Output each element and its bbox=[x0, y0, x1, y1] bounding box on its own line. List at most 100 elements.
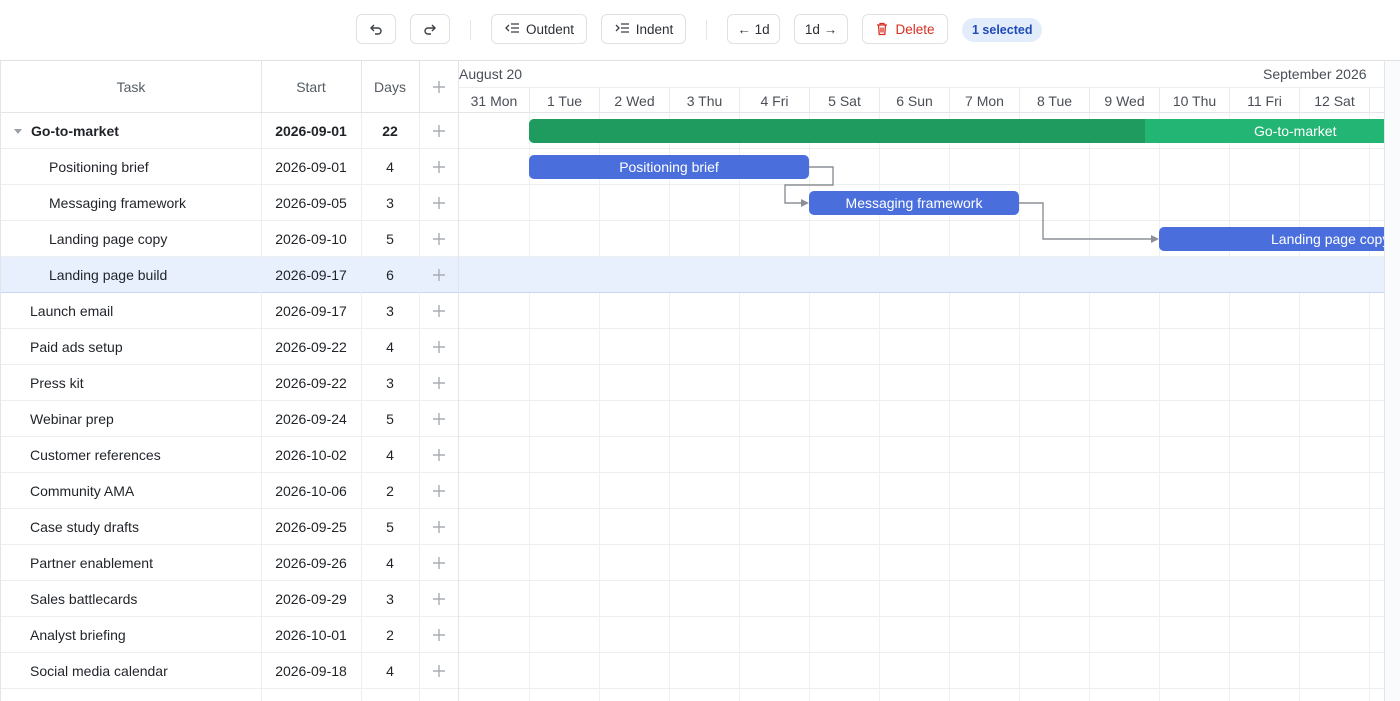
redo-button[interactable] bbox=[410, 14, 450, 44]
task-start-cell[interactable]: 2026-10-06 bbox=[261, 473, 361, 508]
collapse-caret-icon[interactable] bbox=[13, 126, 31, 136]
column-header-task[interactable]: Task bbox=[1, 61, 261, 113]
task-days-cell[interactable]: 2 bbox=[361, 473, 419, 508]
add-subtask-button[interactable] bbox=[419, 185, 459, 220]
table-row[interactable]: Go-to-market 2026-09-01 22 bbox=[1, 113, 459, 149]
add-subtask-button[interactable] bbox=[419, 329, 459, 364]
task-days-cell[interactable]: 6 bbox=[361, 257, 419, 292]
add-subtask-button[interactable] bbox=[419, 437, 459, 472]
task-days-cell[interactable]: 5 bbox=[361, 509, 419, 544]
task-days-cell[interactable]: 3 bbox=[361, 185, 419, 220]
table-row[interactable]: Analyst briefing 2026-10-01 2 bbox=[1, 617, 459, 653]
add-subtask-button[interactable] bbox=[419, 509, 459, 544]
task-days-cell[interactable]: 5 bbox=[361, 221, 419, 256]
column-divider bbox=[419, 113, 420, 701]
add-subtask-button[interactable] bbox=[419, 149, 459, 184]
task-name-cell[interactable]: Paid ads setup bbox=[1, 329, 290, 364]
column-divider bbox=[361, 61, 362, 113]
task-days-cell[interactable]: 4 bbox=[361, 545, 419, 580]
task-days-cell[interactable]: 4 bbox=[361, 149, 419, 184]
task-days-cell[interactable]: 2 bbox=[361, 617, 419, 652]
add-subtask-button[interactable] bbox=[419, 581, 459, 616]
task-start-cell[interactable]: 2026-09-05 bbox=[261, 185, 361, 220]
task-name-cell[interactable]: Analyst briefing bbox=[1, 617, 290, 652]
task-name-cell[interactable]: Customer references bbox=[1, 437, 290, 472]
task-bar[interactable]: Messaging framework bbox=[809, 191, 1019, 215]
task-name-cell[interactable]: Webinar prep bbox=[1, 401, 290, 436]
add-subtask-button[interactable] bbox=[419, 113, 459, 148]
dependency-line[interactable] bbox=[1019, 202, 1153, 240]
task-start-cell[interactable]: 2026-09-17 bbox=[261, 257, 361, 292]
table-row[interactable]: Customer references 2026-10-02 4 bbox=[1, 437, 459, 473]
task-start-cell[interactable]: 2026-10-02 bbox=[261, 437, 361, 472]
task-days-cell[interactable]: 4 bbox=[361, 329, 419, 364]
table-row[interactable]: Positioning brief 2026-09-01 4 bbox=[1, 149, 459, 185]
table-row[interactable]: Webinar prep 2026-09-24 5 bbox=[1, 401, 459, 437]
add-subtask-button[interactable] bbox=[419, 401, 459, 436]
task-name-cell[interactable]: Sales battlecards bbox=[1, 581, 290, 616]
add-subtask-button[interactable] bbox=[419, 257, 459, 292]
add-subtask-button[interactable] bbox=[419, 221, 459, 256]
add-subtask-button[interactable] bbox=[419, 545, 459, 580]
indent-button[interactable]: Indent bbox=[601, 14, 686, 44]
table-row[interactable]: Paid ads setup 2026-09-22 4 bbox=[1, 329, 459, 365]
column-header-start[interactable]: Start bbox=[261, 61, 361, 113]
task-name-cell[interactable]: Social media calendar bbox=[1, 653, 290, 688]
table-row[interactable]: Sales battlecards 2026-09-29 3 bbox=[1, 581, 459, 617]
task-days-cell[interactable]: 3 bbox=[361, 365, 419, 400]
task-bar[interactable]: Positioning brief bbox=[529, 155, 809, 179]
table-row[interactable]: Partner enablement 2026-09-26 4 bbox=[1, 545, 459, 581]
column-header-days[interactable]: Days bbox=[361, 61, 419, 113]
add-subtask-button[interactable] bbox=[419, 365, 459, 400]
task-name-cell[interactable]: Partner enablement bbox=[1, 545, 290, 580]
task-start-cell[interactable]: 2026-09-25 bbox=[261, 509, 361, 544]
table-row[interactable]: Case study drafts 2026-09-25 5 bbox=[1, 509, 459, 545]
vertical-scrollbar[interactable] bbox=[1384, 61, 1400, 701]
task-name-cell[interactable]: Press kit bbox=[1, 365, 290, 400]
task-start-cell[interactable]: 2026-09-01 bbox=[261, 149, 361, 184]
table-row[interactable]: Community AMA 2026-10-06 2 bbox=[1, 473, 459, 509]
task-start-cell[interactable]: 2026-09-22 bbox=[261, 365, 361, 400]
task-bar[interactable]: Landing page copy bbox=[1159, 227, 1385, 251]
task-days-cell[interactable]: 3 bbox=[361, 293, 419, 328]
table-row[interactable]: Launch email 2026-09-17 3 bbox=[1, 293, 459, 329]
task-start-cell[interactable]: 2026-09-18 bbox=[261, 653, 361, 688]
task-days-cell[interactable]: 3 bbox=[361, 581, 419, 616]
add-task-header-button[interactable] bbox=[419, 61, 459, 113]
table-row[interactable]: Messaging framework 2026-09-05 3 bbox=[1, 185, 459, 221]
task-name: Landing page copy bbox=[49, 230, 168, 247]
task-days-cell[interactable]: 4 bbox=[361, 437, 419, 472]
table-row[interactable]: Landing page copy 2026-09-10 5 bbox=[1, 221, 459, 257]
table-row[interactable]: Press kit 2026-09-22 3 bbox=[1, 365, 459, 401]
task-days-cell[interactable]: 5 bbox=[361, 401, 419, 436]
plus-icon bbox=[432, 628, 446, 642]
shift-left-button[interactable]: ← 1d bbox=[727, 14, 780, 44]
task-start-cell[interactable]: 2026-09-22 bbox=[261, 329, 361, 364]
task-start-cell[interactable]: 2026-09-24 bbox=[261, 401, 361, 436]
task-name-cell[interactable]: Case study drafts bbox=[1, 509, 290, 544]
task-name-cell[interactable]: Community AMA bbox=[1, 473, 290, 508]
delete-button[interactable]: Delete bbox=[862, 14, 948, 44]
gantt-grid: Task Start Days Go-to-market 2026-09-01 22… bbox=[0, 60, 1400, 701]
task-start-cell[interactable]: 2026-10-01 bbox=[261, 617, 361, 652]
task-start-cell[interactable]: 2026-09-29 bbox=[261, 581, 361, 616]
summary-bar[interactable]: Go-to-market bbox=[529, 119, 1385, 143]
table-row[interactable]: Social media calendar 2026-09-18 4 bbox=[1, 653, 459, 689]
task-days-cell[interactable]: 4 bbox=[361, 653, 419, 688]
undo-button[interactable] bbox=[356, 14, 396, 44]
task-start-cell[interactable]: 2026-09-10 bbox=[261, 221, 361, 256]
add-subtask-button[interactable] bbox=[419, 653, 459, 688]
add-subtask-button[interactable] bbox=[419, 473, 459, 508]
column-divider bbox=[261, 61, 262, 113]
task-name-cell[interactable]: Go-to-market bbox=[1, 113, 273, 148]
task-start-cell[interactable]: 2026-09-01 bbox=[261, 113, 361, 148]
task-name-cell[interactable]: Launch email bbox=[1, 293, 290, 328]
shift-right-button[interactable]: 1d → bbox=[794, 14, 848, 44]
task-start-cell[interactable]: 2026-09-17 bbox=[261, 293, 361, 328]
task-days-cell[interactable]: 22 bbox=[361, 113, 419, 148]
table-row[interactable]: Landing page build 2026-09-17 6 bbox=[1, 257, 459, 293]
add-subtask-button[interactable] bbox=[419, 617, 459, 652]
add-subtask-button[interactable] bbox=[419, 293, 459, 328]
outdent-button[interactable]: Outdent bbox=[491, 14, 587, 44]
task-start-cell[interactable]: 2026-09-26 bbox=[261, 545, 361, 580]
